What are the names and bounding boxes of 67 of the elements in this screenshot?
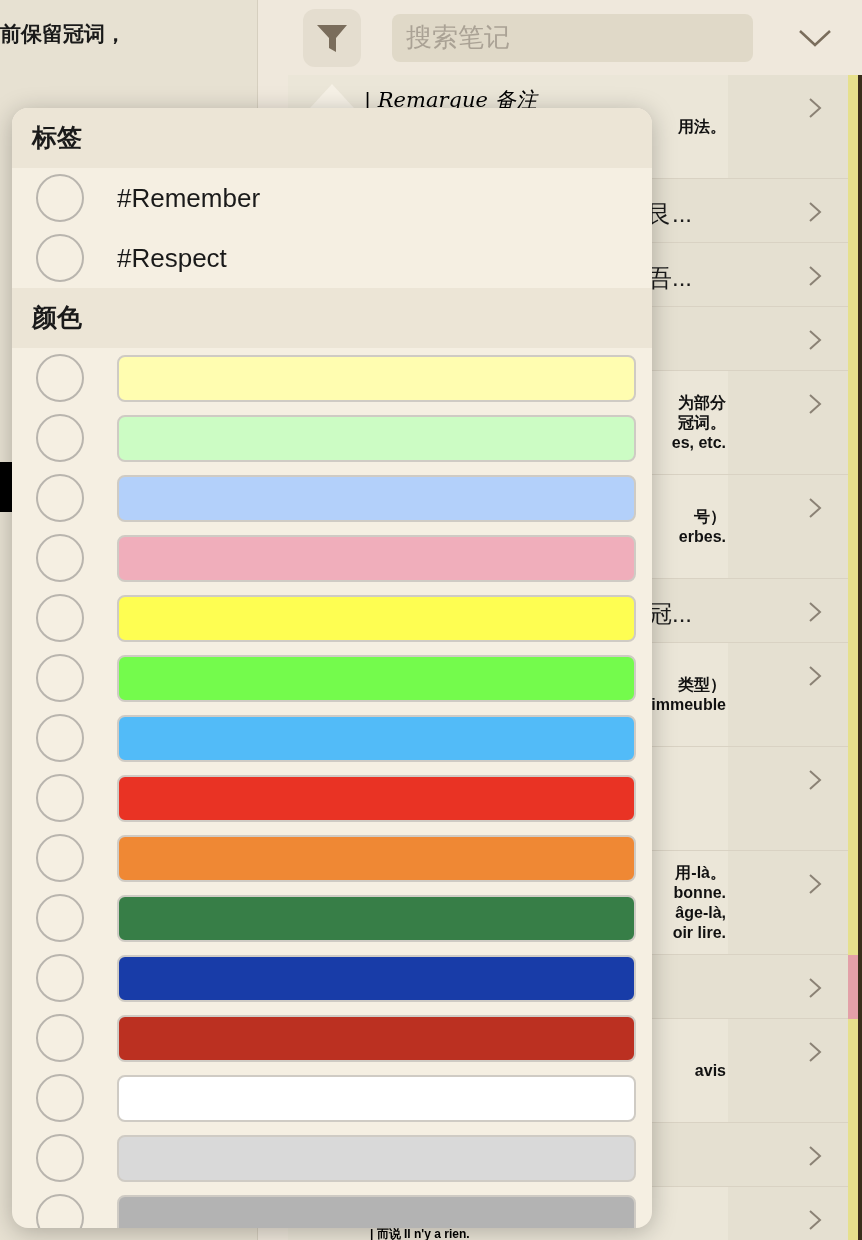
radio-button[interactable] <box>36 714 84 762</box>
chevron-right-icon <box>808 665 822 687</box>
excerpt-text: oir lire. <box>672 922 726 943</box>
chevron-right-icon <box>808 393 822 415</box>
color-swatch[interactable] <box>117 594 636 642</box>
color-swatch[interactable] <box>117 954 636 1002</box>
chevron-right-icon <box>808 601 822 623</box>
excerpt-text: 为部分 <box>678 392 726 413</box>
color-swatch[interactable] <box>117 894 636 942</box>
radio-button[interactable] <box>36 834 84 882</box>
chevron-right-icon <box>808 873 822 895</box>
color-swatch[interactable] <box>117 474 636 522</box>
excerpt-text: es, etc. <box>671 432 726 453</box>
excerpt-text: bonne. <box>673 882 726 903</box>
chevron-right-icon <box>808 1145 822 1167</box>
chevron-right-icon <box>808 497 822 519</box>
excerpt-text: 类型） <box>678 674 726 695</box>
chevron-right-icon <box>808 1041 822 1063</box>
color-swatch[interactable] <box>117 414 636 462</box>
radio-button[interactable] <box>36 1194 84 1228</box>
excerpt-text: 用法。 <box>678 116 726 137</box>
color-swatch[interactable] <box>117 534 636 582</box>
excerpt-text: erbes. <box>678 526 726 547</box>
page-text: 前保留冠词， <box>0 20 127 48</box>
radio-button[interactable] <box>36 414 84 462</box>
chevron-right-icon <box>808 97 822 119</box>
color-swatch[interactable] <box>117 1194 636 1228</box>
color-swatch[interactable] <box>117 834 636 882</box>
radio-button[interactable] <box>36 954 84 1002</box>
excerpt-text: 冠词。 <box>678 412 726 433</box>
radio-button[interactable] <box>36 174 84 222</box>
filter-button[interactable] <box>303 8 361 67</box>
radio-button[interactable] <box>36 234 84 282</box>
radio-button[interactable] <box>36 1134 84 1182</box>
color-swatch[interactable] <box>117 654 636 702</box>
excerpt-text: 号） <box>694 506 726 527</box>
tag-label[interactable]: #Respect <box>117 238 227 278</box>
chevron-right-icon <box>808 769 822 791</box>
excerpt-text: avis <box>694 1060 726 1081</box>
color-swatch[interactable] <box>117 1074 636 1122</box>
color-swatch[interactable] <box>117 354 636 402</box>
chevron-right-icon <box>808 265 822 287</box>
radio-button[interactable] <box>36 354 84 402</box>
chevron-down-icon[interactable] <box>798 27 832 48</box>
radio-button[interactable] <box>36 534 84 582</box>
radio-button[interactable] <box>36 474 84 522</box>
color-swatch[interactable] <box>117 714 636 762</box>
chevron-right-icon <box>808 201 822 223</box>
color-swatch[interactable] <box>117 1014 636 1062</box>
excerpt-text: 用-là。 <box>675 862 726 883</box>
chevron-right-icon <box>808 1209 822 1231</box>
color-swatch[interactable] <box>117 1134 636 1182</box>
radio-button[interactable] <box>36 894 84 942</box>
radio-button[interactable] <box>36 594 84 642</box>
radio-button[interactable] <box>36 1074 84 1122</box>
excerpt-text: âge-là, <box>675 902 726 923</box>
radio-button[interactable] <box>36 1014 84 1062</box>
excerpt-heading: | 而说 Il n'y a rien. <box>370 1228 470 1240</box>
chevron-right-icon <box>808 329 822 351</box>
tag-label[interactable]: #Remember <box>117 178 261 218</box>
chevron-right-icon <box>808 977 822 999</box>
radio-button[interactable] <box>36 774 84 822</box>
excerpt-text: immeuble <box>651 694 726 715</box>
section-header: 颜色 <box>12 288 652 348</box>
section-header: 标签 <box>12 108 652 168</box>
color-swatch[interactable] <box>117 774 636 822</box>
radio-button[interactable] <box>36 654 84 702</box>
